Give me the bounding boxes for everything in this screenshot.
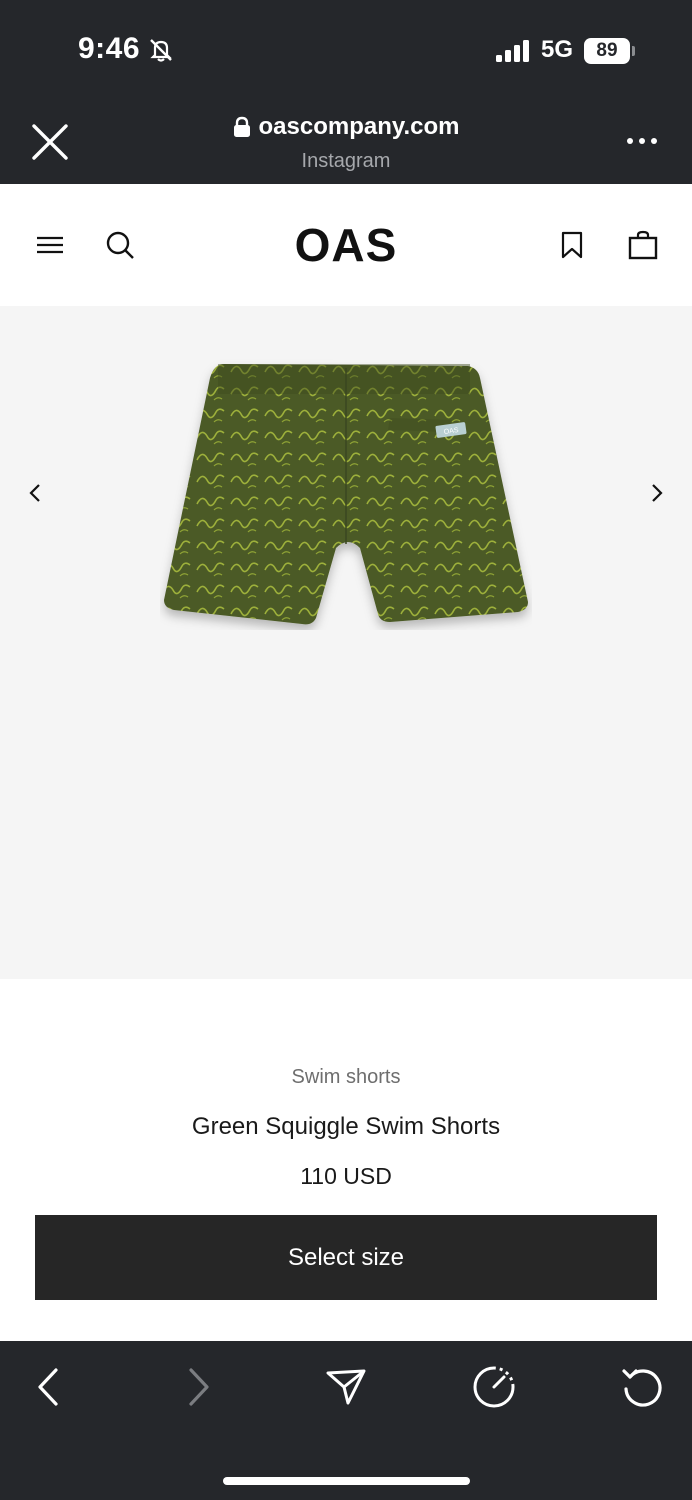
url-bar[interactable]: oascompany.com	[0, 113, 692, 143]
product-image: OAS	[160, 358, 532, 630]
speed-icon[interactable]	[472, 1365, 516, 1409]
battery-icon: 89	[584, 38, 630, 64]
chevron-left-icon[interactable]	[24, 482, 46, 504]
select-size-button[interactable]: Select size	[35, 1215, 657, 1300]
reload-icon[interactable]	[620, 1365, 664, 1409]
more-icon[interactable]	[626, 135, 658, 147]
product-category: Swim shorts	[291, 1066, 401, 1088]
browser-top-bar: 9:46 5G 89 oascompany.com Instagram	[0, 0, 692, 184]
bell-slash-icon	[147, 36, 175, 64]
site-logo[interactable]: OAS	[0, 218, 692, 272]
share-icon[interactable]	[324, 1365, 368, 1409]
network-type: 5G	[541, 36, 574, 63]
forward-icon[interactable]	[177, 1365, 221, 1409]
battery-nub	[632, 46, 635, 56]
status-time: 9:46	[78, 32, 141, 65]
chevron-right-icon[interactable]	[646, 482, 668, 504]
product-name: Green Squiggle Swim Shorts	[191, 1113, 501, 1140]
product-gallery[interactable]: OAS	[0, 306, 692, 979]
bag-icon[interactable]	[628, 230, 658, 260]
bookmark-icon[interactable]	[557, 230, 587, 260]
product-price: 110 USD	[300, 1163, 392, 1189]
home-indicator[interactable]	[223, 1477, 470, 1485]
url-source: Instagram	[301, 150, 391, 172]
lock-icon	[233, 116, 251, 138]
url-domain: oascompany.com	[258, 113, 460, 140]
browser-bottom-toolbar	[0, 1341, 692, 1500]
site-header: OAS	[0, 184, 692, 306]
back-icon[interactable]	[28, 1365, 72, 1409]
signal-icon	[496, 40, 532, 62]
